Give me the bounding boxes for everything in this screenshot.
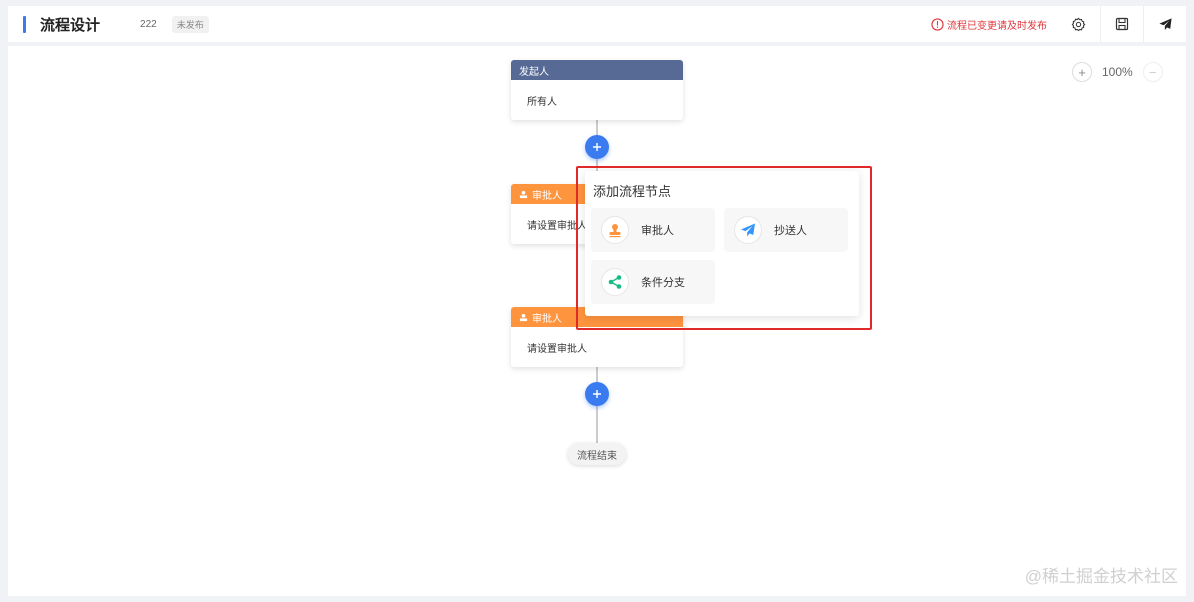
stamp-icon — [519, 190, 528, 198]
title-accent-bar — [23, 15, 26, 33]
stamp-icon — [601, 216, 629, 244]
branch-icon — [601, 268, 629, 296]
zoom-control: + 100% − — [1072, 62, 1163, 82]
gear-icon — [1071, 17, 1086, 31]
send-icon — [734, 216, 762, 244]
warning-text: 流程已变更请及时发布 — [947, 20, 1047, 32]
add-condition-option[interactable]: 条件分支 — [591, 260, 715, 304]
add-cc-option[interactable]: 抄送人 — [724, 208, 848, 252]
watermark: @稀土掘金技术社区 — [1024, 567, 1178, 586]
popover-title: 添加流程节点 — [593, 184, 672, 199]
approver-node-body: 请设置审批人 — [527, 343, 587, 355]
zoom-level: 100% — [1102, 65, 1133, 79]
add-node-popover: 添加流程节点 审批人 抄送人 条件分支 — [585, 171, 859, 316]
approver-node[interactable]: 审批人 请设置审批人 — [511, 307, 683, 367]
option-label: 抄送人 — [774, 225, 807, 237]
settings-button[interactable] — [1057, 6, 1100, 42]
status-badge: 未发布 — [171, 15, 209, 33]
zoom-in-button[interactable]: + — [1072, 62, 1092, 82]
start-node-body: 所有人 — [527, 96, 557, 108]
zoom-out-button[interactable]: − — [1142, 62, 1163, 82]
approver-node-title: 审批人 — [532, 313, 562, 325]
approver-node-title: 审批人 — [532, 190, 562, 202]
publish-button[interactable] — [1143, 6, 1186, 42]
add-node-button[interactable] — [585, 135, 609, 159]
stamp-icon — [519, 313, 528, 321]
connector-line — [596, 367, 598, 445]
save-icon — [1115, 17, 1129, 31]
version-label: 222 — [140, 18, 157, 30]
start-node-header: 发起人 — [511, 60, 683, 80]
plus-icon — [593, 143, 601, 151]
option-label: 条件分支 — [641, 277, 685, 289]
plus-icon — [593, 390, 601, 398]
page-title: 流程设计 — [40, 16, 101, 34]
change-warning: 流程已变更请及时发布 — [931, 17, 1047, 32]
send-icon — [1158, 17, 1172, 30]
add-node-button[interactable] — [585, 382, 609, 406]
alert-circle-icon — [931, 17, 944, 31]
save-button[interactable] — [1100, 6, 1143, 42]
add-approver-option[interactable]: 审批人 — [591, 208, 715, 252]
start-node[interactable]: 发起人 所有人 — [511, 60, 683, 120]
option-label: 审批人 — [641, 225, 674, 237]
top-header: 流程设计 222 未发布 流程已变更请及时发布 — [8, 6, 1186, 42]
start-node-title: 发起人 — [519, 66, 549, 78]
end-node: 流程结束 — [568, 443, 626, 465]
